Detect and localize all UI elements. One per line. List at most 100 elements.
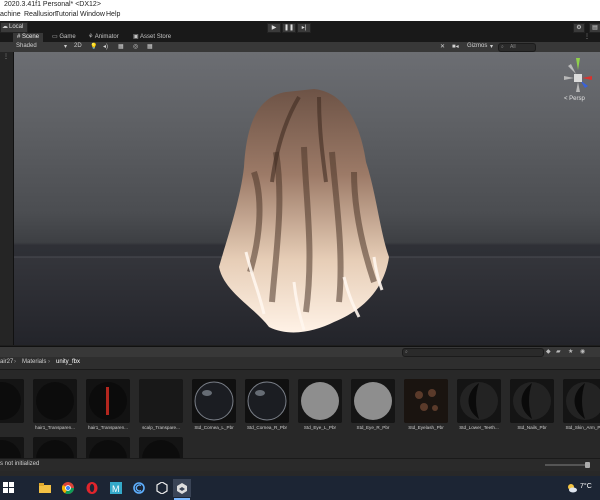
weather-icon[interactable] (566, 482, 578, 494)
svg-text:M: M (112, 484, 120, 494)
pause-icon: ❚❚ (283, 25, 295, 31)
material-thumbnail (139, 379, 183, 423)
asset-item[interactable] (0, 437, 24, 459)
breadcrumb-item[interactable]: air27 (0, 359, 13, 365)
scene-search-input[interactable]: ⌕ All (498, 43, 536, 52)
material-thumbnail (86, 437, 130, 459)
filter-type-icon[interactable]: ◆ (546, 348, 551, 355)
status-message[interactable]: s not initialized (0, 461, 39, 467)
chevron-right-icon: › (14, 359, 16, 365)
gear-icon: ⚙ (576, 25, 582, 31)
breadcrumb-item[interactable]: Materials (22, 359, 46, 365)
menu-item-machine[interactable]: achine (0, 11, 21, 18)
scene-render (14, 89, 600, 345)
tools-icon[interactable]: ✕ (440, 43, 445, 50)
hierarchy-dock-collapsed[interactable]: ⋮ (0, 52, 14, 345)
pause-button[interactable]: ❚❚ (282, 23, 296, 33)
tab-asset-store[interactable]: ▣ Asset Store (129, 33, 175, 42)
cloud-icon: ☁ (2, 24, 8, 30)
search-icon: ⌕ (405, 349, 408, 355)
asset-label: Std_Lower_Teeth... (459, 425, 499, 430)
asset-label: hair1_Transparen... (88, 425, 128, 430)
asset-label: Std_Skin_Arm_Pbr (565, 425, 600, 430)
material-thumbnail (139, 437, 183, 459)
project-search-input[interactable]: ⌕ (402, 348, 544, 357)
asset-item[interactable] (139, 437, 183, 459)
asset-label: Std_Cornea_R_Pbr (246, 425, 288, 430)
audio-toggle-icon[interactable]: ◂) (103, 43, 108, 50)
asset-item[interactable] (33, 437, 77, 459)
play-button[interactable]: ▶ (267, 23, 281, 33)
material-thumbnail (457, 379, 501, 423)
unity-editor-icon[interactable] (173, 479, 191, 497)
collab-button[interactable]: ▤ (589, 23, 600, 33)
asset-label: Std_Eyelash_Pbr (408, 425, 444, 430)
windows-start-icon[interactable] (3, 482, 15, 494)
windows-taskbar: M 7°C (0, 476, 600, 500)
breadcrumb-item-current[interactable]: unity_fbx (56, 359, 80, 365)
material-thumbnail (404, 379, 448, 423)
asset-label: Std_Eye_L_Pbr (303, 425, 337, 430)
collab-icon: ▤ (592, 25, 598, 31)
unity-hub-icon[interactable] (156, 481, 168, 495)
material-thumbnail (192, 379, 236, 423)
material-thumbnail (33, 379, 77, 423)
window-title: 2020.3.41f1 Personal* <DX12> (4, 1, 101, 8)
favorite-icon[interactable]: ★ (568, 348, 573, 355)
effects-dropdown-icon[interactable]: ▦ (118, 43, 124, 50)
menu-item-help[interactable]: Help (106, 11, 120, 18)
settings-button[interactable]: ⚙ (573, 23, 585, 33)
breadcrumb: air27 › Materials › unity_fbx (0, 357, 600, 370)
scene-search-placeholder: All (510, 44, 516, 50)
account-label: Local (9, 24, 24, 30)
asset-item[interactable] (86, 437, 130, 459)
media-icon[interactable]: M (110, 482, 122, 494)
search-icon: ⌕ (501, 44, 504, 50)
scene-viewport[interactable]: < Persp (14, 52, 600, 345)
material-thumbnail (245, 379, 289, 423)
material-thumbnail (86, 379, 130, 423)
panel-menu-icon[interactable]: ⋮ (3, 53, 9, 60)
asset-label: Std_Nails_Pbr (517, 425, 547, 430)
tab-game[interactable]: ▭ Game (48, 33, 80, 42)
filter-label-icon[interactable]: ▰ (556, 348, 561, 355)
menu-item-tutorial[interactable]: Tutorial (55, 11, 78, 18)
2d-toggle[interactable]: 2D (74, 43, 82, 49)
menu-item-window[interactable]: Window (80, 11, 105, 18)
opera-icon[interactable] (86, 482, 98, 494)
asset-label: Std_Eye_R_Pbr (356, 425, 390, 430)
camera-icon[interactable]: ■◂ (452, 43, 459, 50)
hair-model (219, 89, 389, 333)
material-thumbnail (0, 379, 24, 423)
orientation-gizmo[interactable]: < Persp (558, 56, 598, 104)
game-icon: ▭ (52, 34, 58, 40)
step-button[interactable]: ▸| (297, 23, 311, 33)
account-dropdown[interactable]: ☁ Local (0, 22, 28, 33)
material-thumbnail (298, 379, 342, 423)
tab-menu-icon[interactable]: ⋮ (584, 33, 590, 40)
thumbnail-size-slider[interactable] (545, 462, 590, 468)
slider-handle[interactable] (585, 462, 590, 468)
chrome-icon[interactable] (61, 482, 74, 495)
tab-scene[interactable]: # Scene (13, 33, 44, 42)
material-thumbnail (510, 379, 554, 423)
projection-label[interactable]: < Persp (564, 96, 585, 102)
tab-animator[interactable]: ⚘ Animator (84, 33, 123, 42)
grid-icon[interactable]: ▦ (147, 43, 153, 50)
asset-label: hair1_Transparen... (35, 425, 75, 430)
light-toggle-icon[interactable]: 💡 (90, 43, 97, 50)
hidden-packages-icon[interactable]: ◉ (580, 348, 585, 355)
draw-mode-dropdown[interactable]: Shaded (16, 43, 37, 49)
menu-item-reallusion[interactable]: Reallusion (24, 11, 57, 18)
tab-game-label: Game (59, 34, 76, 40)
step-icon: ▸| (301, 25, 307, 31)
hidden-objects-icon[interactable]: ◎ (133, 43, 138, 50)
file-explorer-icon[interactable] (39, 482, 51, 494)
store-icon: ▣ (133, 34, 139, 40)
c-app-icon[interactable] (133, 482, 145, 494)
animator-icon: ⚘ (88, 34, 94, 40)
asset-label: Std_Cornea_L_Pbr (194, 425, 234, 430)
gizmos-dropdown[interactable]: Gizmos (467, 43, 487, 49)
material-thumbnail (0, 437, 24, 459)
temperature-label[interactable]: 7°C (580, 483, 592, 490)
